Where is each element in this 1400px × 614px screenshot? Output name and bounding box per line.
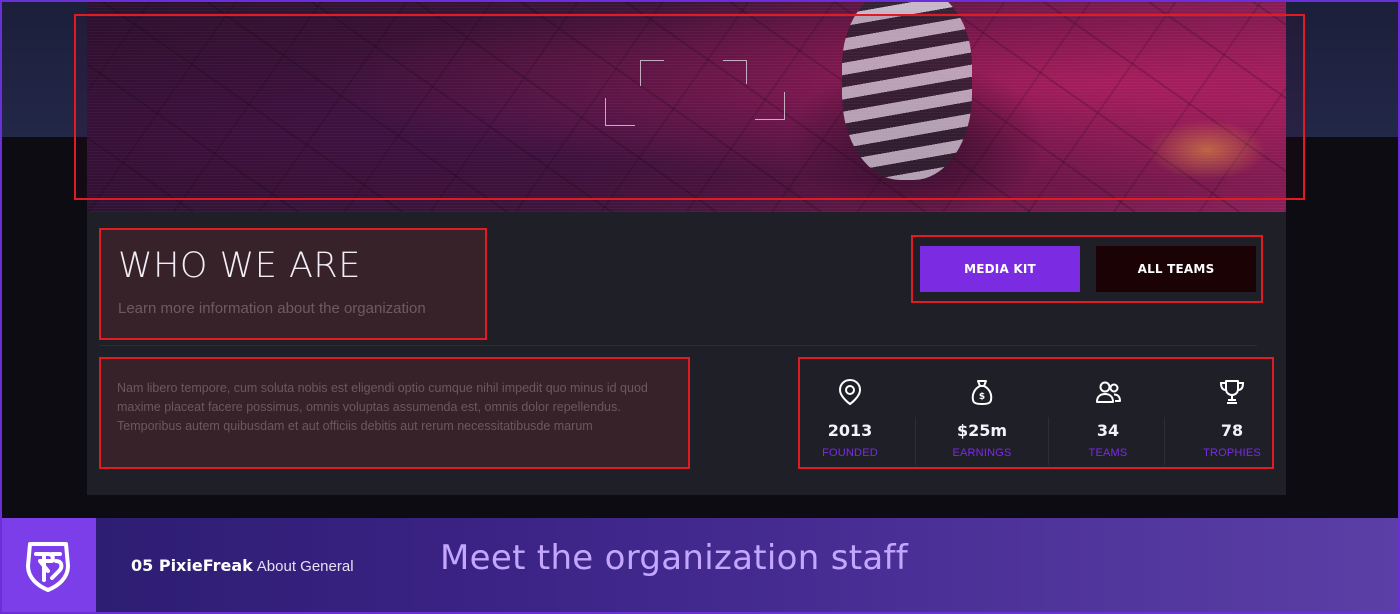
stat-value: 2013 [827, 421, 873, 440]
trophy-icon [1219, 380, 1245, 404]
stats-block: 2013 FOUNDED $ $25m EARNINGS 34 TEAMS 78 [798, 357, 1274, 469]
stat-separator [1164, 417, 1165, 465]
stat-label: FOUNDED [822, 447, 878, 459]
stat-value: 34 [1096, 421, 1120, 440]
stat-label: TEAMS [1088, 447, 1128, 459]
stat-separator [915, 417, 916, 465]
lesson-label: 05 PixieFreak About General [131, 556, 354, 575]
section-heading: WHO WE ARE [118, 246, 361, 286]
about-description: Nam libero tempore, cum soluta nobis est… [99, 357, 690, 469]
all-teams-button[interactable]: ALL TEAMS [1096, 246, 1256, 292]
hero-highlight-box [74, 14, 1305, 200]
stat-teams: 34 TEAMS [1058, 359, 1158, 467]
lesson-tag: About General [256, 558, 354, 575]
section-subheading: Learn more information about the organiz… [118, 300, 426, 317]
stat-label: TROPHIES [1203, 447, 1261, 459]
action-buttons-group: MEDIA KIT ALL TEAMS [911, 235, 1263, 303]
stat-value: $25m [956, 421, 1008, 440]
stat-earnings: $ $25m EARNINGS [932, 359, 1032, 467]
lesson-title: Meet the organization staff [440, 538, 909, 578]
stat-label: EARNINGS [952, 447, 1012, 459]
users-icon [1096, 381, 1121, 403]
logo [0, 518, 96, 614]
stat-trophies: 78 TROPHIES [1182, 359, 1282, 467]
lesson-footer-bar: 05 PixieFreak About General Meet the orga… [0, 518, 1400, 614]
map-pin-icon [838, 378, 862, 406]
shield-logo-icon [26, 542, 70, 592]
svg-text:$: $ [979, 392, 985, 402]
stat-founded: 2013 FOUNDED [800, 359, 900, 467]
media-kit-button[interactable]: MEDIA KIT [920, 246, 1080, 292]
lesson-number-name: 05 PixieFreak [131, 556, 253, 575]
who-we-are-block: WHO WE ARE Learn more information about … [99, 228, 487, 340]
section-divider [99, 345, 1257, 346]
stat-value: 78 [1220, 421, 1244, 440]
stat-separator [1048, 417, 1049, 465]
money-bag-icon: $ [971, 380, 993, 405]
